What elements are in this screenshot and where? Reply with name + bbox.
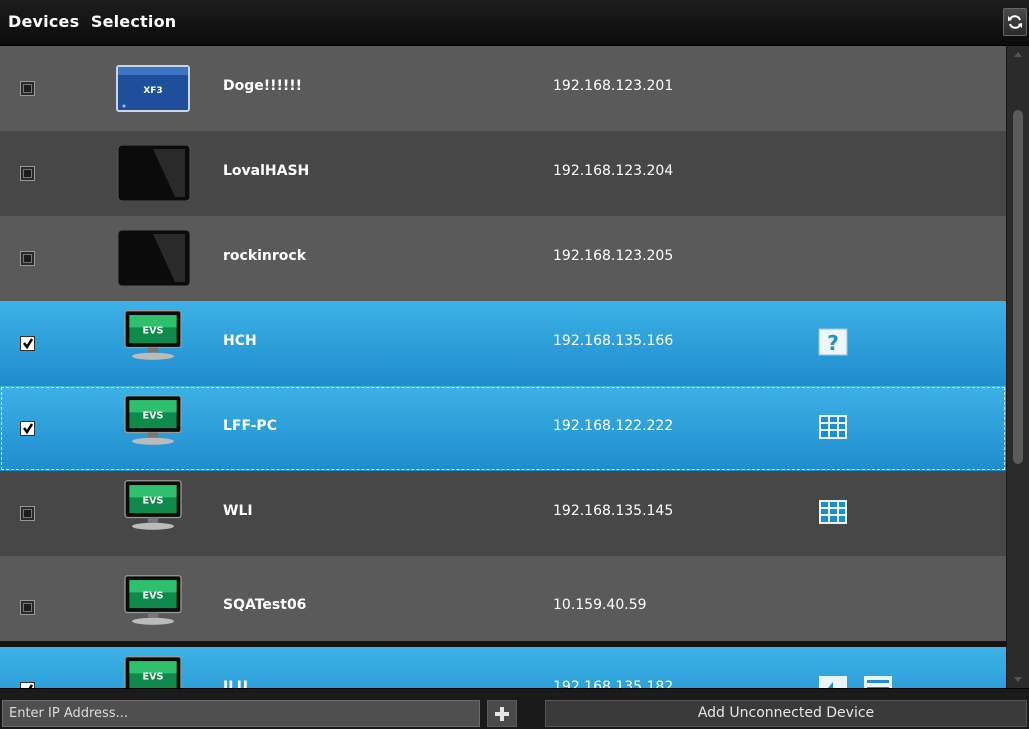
checkmark-icon <box>23 423 33 434</box>
scroll-down-icon[interactable] <box>1014 677 1022 682</box>
scroll-up-icon[interactable] <box>1014 52 1022 57</box>
checkbox[interactable] <box>20 600 35 615</box>
ip-address-input[interactable] <box>2 700 480 727</box>
checkbox[interactable] <box>20 81 35 96</box>
device-ip: 192.168.123.204 <box>553 163 674 179</box>
device-list[interactable]: XF3 Doge!!!!!! 192.168.123.201 LovalHASH… <box>0 46 1006 688</box>
checkbox[interactable] <box>20 336 35 351</box>
list-item[interactable]: EVS WLI 192.168.135.145 <box>0 471 1006 556</box>
evs-label: EVS <box>143 496 164 507</box>
evs-monitor-icon: EVS <box>124 395 182 445</box>
evs-label: EVS <box>143 411 164 422</box>
evs-label: EVS <box>143 326 164 337</box>
evs-monitor-icon: EVS <box>124 310 182 360</box>
arrow-right-icon[interactable] <box>862 674 894 688</box>
xf3-box-icon: XF3 <box>116 65 190 112</box>
device-name: LovalHASH <box>223 163 310 179</box>
tablet-icon <box>117 145 191 201</box>
scroll-thumb[interactable] <box>1013 110 1023 464</box>
device-name: Doge!!!!!! <box>223 78 303 94</box>
checkbox[interactable] <box>20 421 35 436</box>
list-item[interactable]: LovalHASH 192.168.123.204 <box>0 131 1006 216</box>
xf3-label: XF3 <box>143 86 162 96</box>
svg-text:?: ? <box>827 331 839 355</box>
list-item[interactable]: XF3 Doge!!!!!! 192.168.123.201 <box>0 46 1006 131</box>
question-icon[interactable]: ? <box>817 328 849 356</box>
device-ip: 192.168.123.205 <box>553 248 674 264</box>
device-ip: 192.168.135.145 <box>553 503 674 519</box>
plus-icon <box>495 707 509 721</box>
vertical-scrollbar[interactable] <box>1006 46 1029 688</box>
evs-label: EVS <box>143 672 164 683</box>
grid-icon[interactable] <box>817 413 849 441</box>
title-bar: Devices Selection <box>0 0 1029 46</box>
device-name: LFF-PC <box>223 418 277 434</box>
device-name: WLI <box>223 503 253 519</box>
device-ip: 192.168.135.166 <box>553 333 674 349</box>
evs-monitor-icon: EVS <box>124 656 182 688</box>
checkbox[interactable] <box>20 251 35 266</box>
refresh-icon <box>1008 15 1022 29</box>
device-name: JLU <box>223 679 248 688</box>
device-ip: 10.159.40.59 <box>553 597 647 613</box>
device-ip: 192.168.123.201 <box>553 78 674 94</box>
list-item[interactable]: EVS HCH 192.168.135.166 ? <box>0 301 1006 386</box>
checkmark-icon <box>23 338 33 349</box>
device-name: rockinrock <box>223 248 307 264</box>
page-title: Devices Selection <box>8 12 177 31</box>
list-item[interactable]: EVS JLU 192.168.135.182 <box>0 647 1006 688</box>
checkbox[interactable] <box>20 166 35 181</box>
evs-monitor-icon: EVS <box>124 575 182 625</box>
evs-monitor-icon: EVS <box>124 480 182 530</box>
device-name: HCH <box>223 333 257 349</box>
refresh-button[interactable] <box>1003 8 1027 36</box>
checkbox[interactable] <box>20 506 35 521</box>
device-ip: 192.168.135.182 <box>553 679 674 688</box>
device-ip: 192.168.122.222 <box>553 418 674 434</box>
add-unconnected-device-button[interactable]: Add Unconnected Device <box>545 700 1027 727</box>
tablet-icon <box>117 230 191 286</box>
list-item[interactable]: EVS SQATest06 10.159.40.59 <box>0 556 1006 641</box>
list-item[interactable]: rockinrock 192.168.123.205 <box>0 216 1006 301</box>
add-ip-button[interactable] <box>487 700 517 727</box>
evs-label: EVS <box>143 591 164 602</box>
grid-icon[interactable] <box>817 498 849 526</box>
device-name: SQATest06 <box>223 597 307 613</box>
list-item[interactable]: EVS LFF-PC 192.168.122.222 <box>0 386 1006 471</box>
footer-bar: Add Unconnected Device <box>0 688 1029 729</box>
transfer-icon[interactable] <box>817 674 849 688</box>
